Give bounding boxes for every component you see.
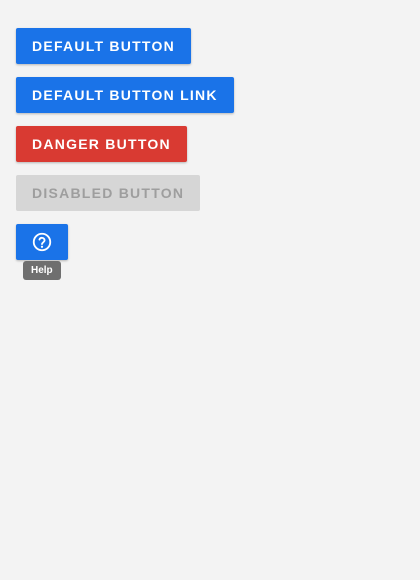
- default-button[interactable]: Default Button: [16, 28, 191, 64]
- help-tooltip: Help: [23, 261, 61, 280]
- button-list: Default Button Default Button Link Dange…: [16, 28, 234, 280]
- help-circle-icon: [32, 232, 52, 252]
- danger-button[interactable]: Danger Button: [16, 126, 187, 162]
- help-button-wrapper: Help: [16, 224, 68, 280]
- default-button-link[interactable]: Default Button Link: [16, 77, 234, 113]
- disabled-button: Disabled Button: [16, 175, 201, 211]
- help-button[interactable]: [16, 224, 68, 260]
